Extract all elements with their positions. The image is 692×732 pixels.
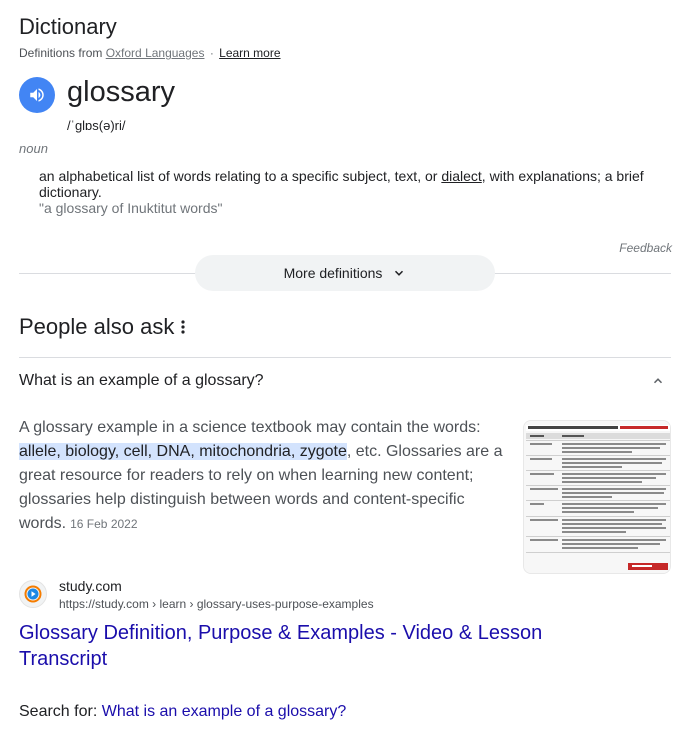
dialect-link[interactable]: dialect xyxy=(441,168,481,184)
source-url[interactable]: https://study.com › learn › glossary-use… xyxy=(59,597,374,611)
more-definitions-label: More definitions xyxy=(283,265,383,281)
headword: glossary xyxy=(67,76,175,108)
dictionary-source: Definitions from Oxford Languages · Lear… xyxy=(19,46,281,60)
play-circle-icon xyxy=(24,585,42,603)
more-vert-icon[interactable] xyxy=(180,319,186,335)
more-definitions-button[interactable]: More definitions xyxy=(195,255,495,291)
site-favicon xyxy=(19,580,47,608)
people-also-ask-title: People also ask xyxy=(19,314,175,339)
source-separator: · xyxy=(209,46,214,60)
answer-highlight: allele, biology, cell, DNA, mitochondria… xyxy=(19,443,347,460)
question-toggle[interactable]: What is an example of a glossary? xyxy=(19,358,671,404)
definition-text: an alphabetical list of words relating t… xyxy=(39,168,659,200)
answer-date: 16 Feb 2022 xyxy=(70,517,138,531)
search-for: Search for: What is an example of a glos… xyxy=(19,703,346,721)
definition-before: an alphabetical list of words relating t… xyxy=(39,168,442,184)
question-text: What is an example of a glossary? xyxy=(19,372,264,389)
usage-example: "a glossary of Inuktitut words" xyxy=(39,200,223,216)
answer-thumbnail[interactable] xyxy=(523,420,671,574)
pronunciation-button[interactable] xyxy=(19,77,55,113)
part-of-speech: noun xyxy=(19,141,48,156)
speaker-icon xyxy=(28,86,46,104)
feedback-link[interactable]: Feedback xyxy=(619,241,672,255)
search-for-query-link[interactable]: What is an example of a glossary? xyxy=(102,703,347,720)
source-prefix: Definitions from xyxy=(19,46,103,60)
result-title-link[interactable]: Glossary Definition, Purpose & Examples … xyxy=(19,620,579,672)
search-for-label: Search for: xyxy=(19,703,98,720)
answer-before: A glossary example in a science textbook… xyxy=(19,419,481,436)
oxford-languages-link[interactable]: Oxford Languages xyxy=(106,46,205,60)
learn-more-link[interactable]: Learn more xyxy=(219,46,280,60)
chevron-down-icon xyxy=(392,266,406,280)
source-site-name[interactable]: study.com xyxy=(59,578,122,594)
dictionary-heading: Dictionary xyxy=(19,14,117,39)
phonetic-spelling: /ˈɡlɒs(ə)ri/ xyxy=(67,118,126,133)
chevron-up-icon xyxy=(651,374,665,388)
people-also-ask-heading: People also ask xyxy=(19,314,186,340)
answer-text: A glossary example in a science textbook… xyxy=(19,416,511,536)
